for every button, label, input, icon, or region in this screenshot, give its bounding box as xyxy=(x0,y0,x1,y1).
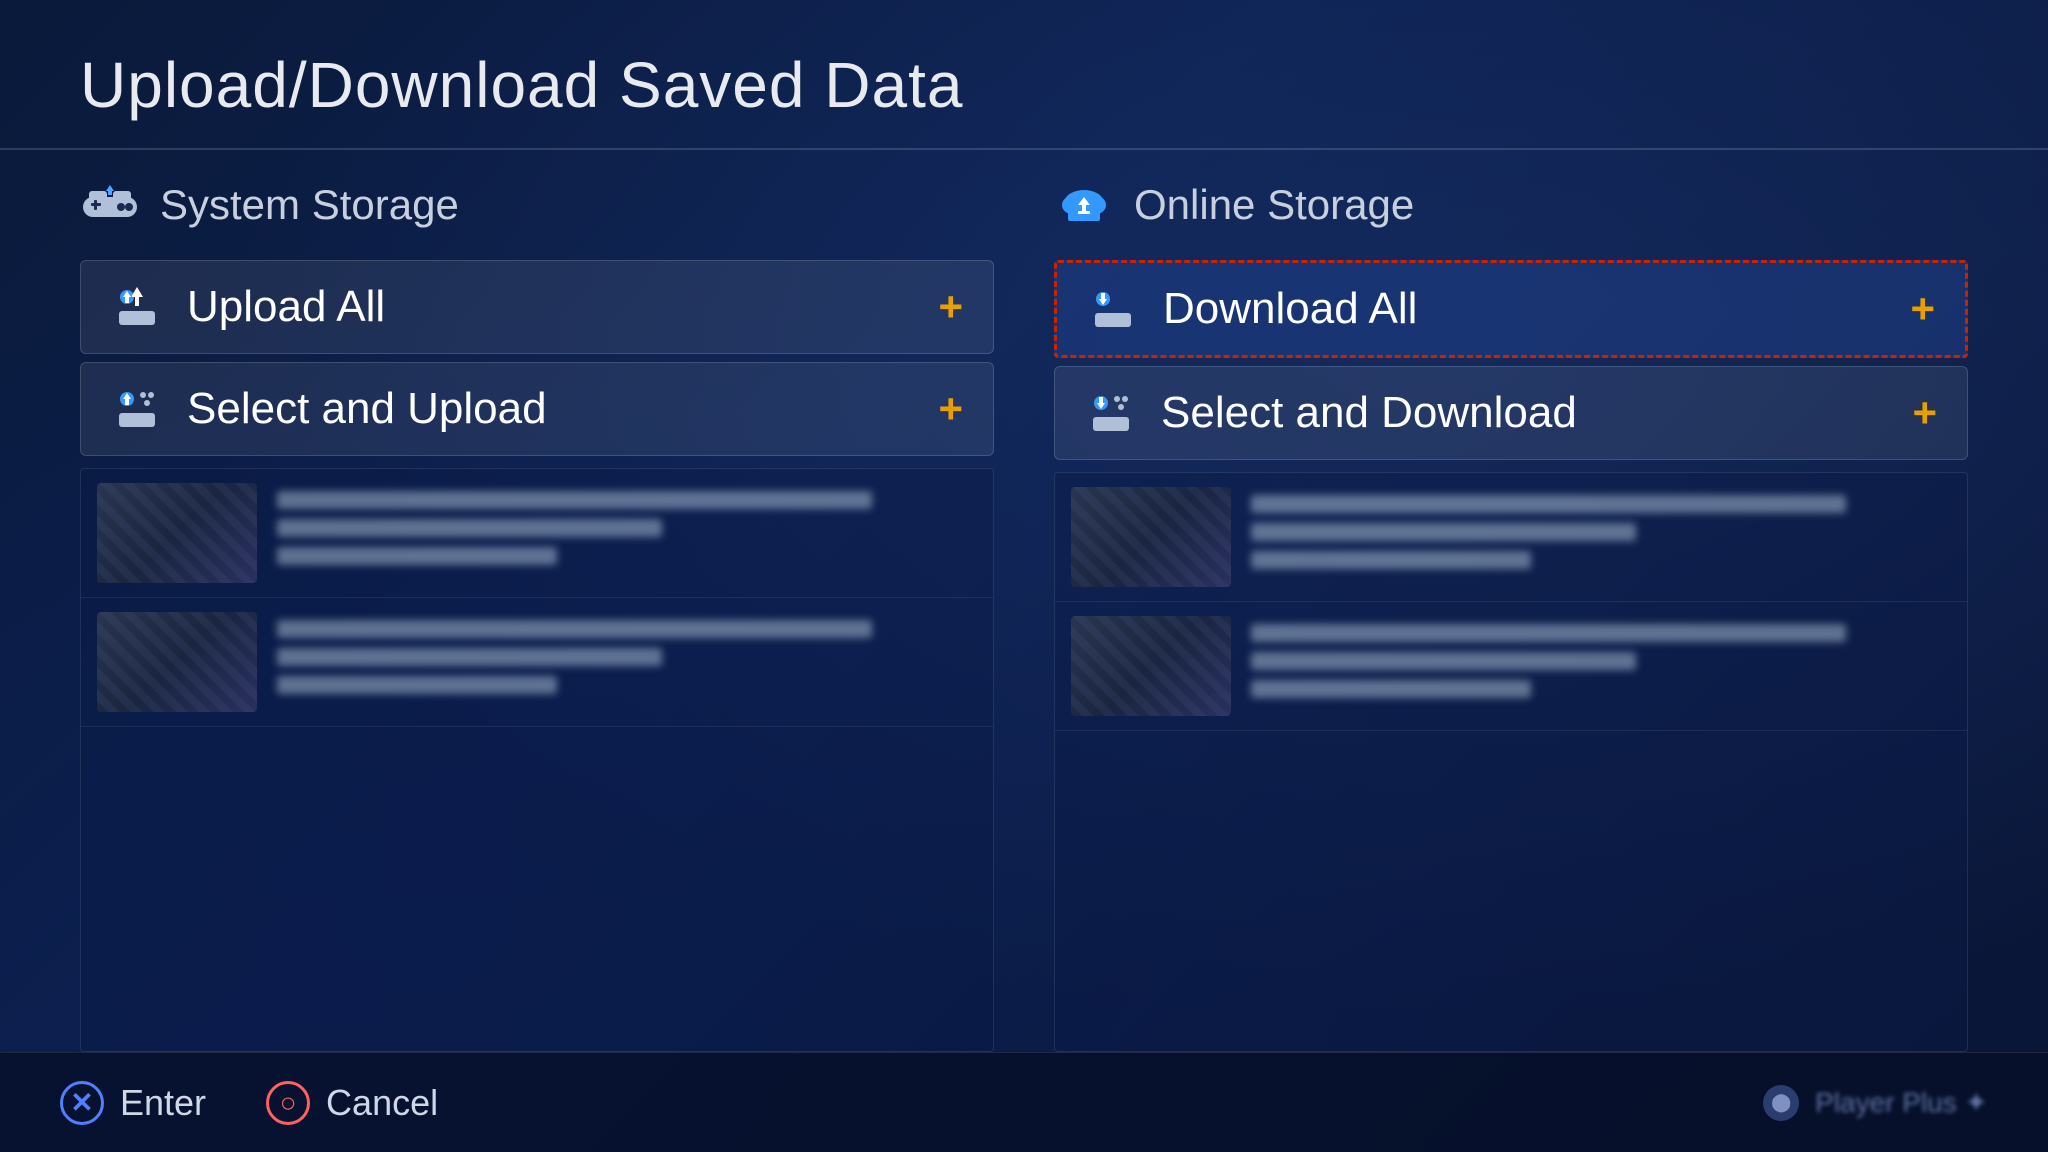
title-divider xyxy=(0,148,2048,150)
blurred-line xyxy=(1251,551,1531,569)
download-all-label: Download All xyxy=(1163,284,1886,334)
system-storage-label: System Storage xyxy=(160,181,459,229)
select-download-icon xyxy=(1085,387,1137,439)
circle-button[interactable]: ○ xyxy=(266,1081,310,1125)
cancel-action[interactable]: ○ Cancel xyxy=(266,1081,438,1125)
online-game-item-1 xyxy=(1055,473,1967,602)
bottom-right-info: ⬤ Player Plus ✦ xyxy=(1763,1085,1988,1121)
cancel-label: Cancel xyxy=(326,1082,438,1124)
enter-label: Enter xyxy=(120,1082,206,1124)
system-game-thumb-1 xyxy=(97,483,257,583)
system-storage-column: System Storage Upload All + xyxy=(80,170,994,1052)
blurred-line xyxy=(277,491,872,509)
select-download-plus: + xyxy=(1912,389,1937,437)
upload-all-label: Upload All xyxy=(187,282,914,332)
select-upload-label: Select and Upload xyxy=(187,384,914,434)
download-all-button[interactable]: Download All + xyxy=(1054,260,1968,358)
online-storage-column: Online Storage Download All + xyxy=(1054,170,1968,1052)
select-upload-plus: + xyxy=(938,385,963,433)
system-game-item-2 xyxy=(81,598,993,727)
online-game-thumb-2 xyxy=(1071,616,1231,716)
blurred-line xyxy=(1251,652,1636,670)
blurred-line xyxy=(277,676,557,694)
enter-action[interactable]: ✕ Enter xyxy=(60,1081,206,1125)
select-download-button[interactable]: Select and Download + xyxy=(1054,366,1968,460)
system-storage-icon xyxy=(80,180,140,230)
select-download-label: Select and Download xyxy=(1161,388,1888,438)
blurred-line xyxy=(1251,523,1636,541)
blurred-line xyxy=(1251,495,1846,513)
download-all-icon xyxy=(1087,283,1139,335)
online-storage-icon xyxy=(1054,180,1114,230)
circle-symbol: ○ xyxy=(280,1087,297,1119)
main-content: System Storage Upload All + xyxy=(80,170,1968,1052)
bottom-right-text: Player Plus ✦ xyxy=(1815,1086,1988,1119)
blurred-line xyxy=(1251,680,1531,698)
system-storage-header: System Storage xyxy=(80,170,994,240)
online-game-item-2 xyxy=(1055,602,1967,731)
system-game-info-1 xyxy=(277,491,977,575)
online-storage-header: Online Storage xyxy=(1054,170,1968,240)
select-upload-icon xyxy=(111,383,163,435)
download-all-plus: + xyxy=(1910,285,1935,333)
online-game-list xyxy=(1054,472,1968,1052)
system-game-item-1 xyxy=(81,469,993,598)
bottom-bar: ✕ Enter ○ Cancel ⬤ Player Plus ✦ xyxy=(0,1052,2048,1152)
blurred-line xyxy=(277,547,557,565)
online-storage-label: Online Storage xyxy=(1134,181,1414,229)
upload-all-button[interactable]: Upload All + xyxy=(80,260,994,354)
page-title: Upload/Download Saved Data xyxy=(80,48,963,122)
blurred-line xyxy=(277,620,872,638)
blurred-line xyxy=(277,648,662,666)
system-game-thumb-2 xyxy=(97,612,257,712)
online-game-thumb-1 xyxy=(1071,487,1231,587)
cross-button[interactable]: ✕ xyxy=(60,1081,104,1125)
online-game-info-1 xyxy=(1251,495,1951,579)
blurred-line xyxy=(277,519,662,537)
ps-icon: ⬤ xyxy=(1763,1085,1799,1121)
blurred-line xyxy=(1251,624,1846,642)
select-upload-button[interactable]: Select and Upload + xyxy=(80,362,994,456)
upload-all-icon xyxy=(111,281,163,333)
cross-symbol: ✕ xyxy=(70,1086,93,1119)
system-game-list xyxy=(80,468,994,1052)
online-game-info-2 xyxy=(1251,624,1951,708)
system-game-info-2 xyxy=(277,620,977,704)
upload-all-plus: + xyxy=(938,283,963,331)
